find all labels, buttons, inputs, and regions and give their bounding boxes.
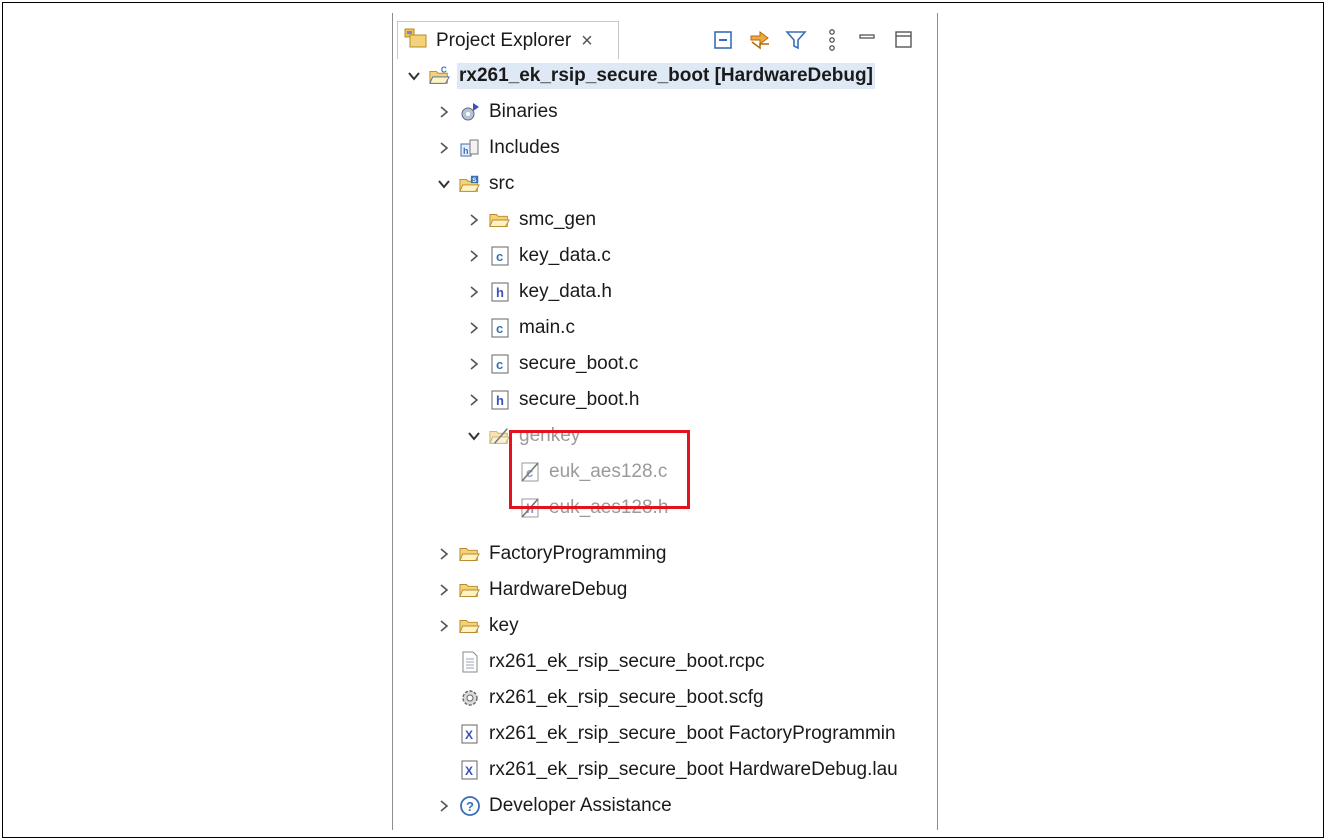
chevron-right-icon[interactable] (465, 211, 483, 229)
launch-file-icon: X (459, 759, 481, 781)
view-menu-icon[interactable] (819, 27, 845, 53)
help-icon: ? (459, 795, 481, 817)
tree-item-label: Includes (489, 137, 560, 158)
tree-item-project-root[interactable]: C rx261_ek_rsip_secure_boot [HardwareDeb… (405, 59, 875, 93)
config-gear-icon (459, 687, 481, 709)
tree-item-label: HardwareDebug (489, 579, 628, 600)
chevron-right-icon[interactable] (465, 247, 483, 265)
tree-item-label: main.c (519, 317, 575, 338)
link-with-editor-icon[interactable] (747, 27, 773, 53)
chevron-right-icon[interactable] (435, 797, 453, 815)
tree-item-label: secure_boot.h (519, 389, 640, 410)
tab-title: Project Explorer (436, 29, 572, 51)
text-file-icon (459, 651, 481, 673)
folder-icon (459, 543, 481, 565)
c-file-icon: c (489, 245, 511, 267)
source-folder-icon: S (459, 173, 481, 195)
svg-text:S: S (472, 177, 477, 184)
tree-item-includes[interactable]: h Includes (435, 131, 562, 165)
h-file-icon: h (489, 389, 511, 411)
chevron-right-icon[interactable] (465, 319, 483, 337)
svg-text:h: h (496, 393, 504, 408)
tree-item-label: key_data.h (519, 281, 612, 302)
svg-text:C: C (441, 65, 447, 74)
tree-item-key[interactable]: key (435, 609, 521, 643)
tree-item-label: key (489, 615, 519, 636)
tree-item-launch-factory[interactable]: X rx261_ek_rsip_secure_boot FactoryProgr… (459, 717, 898, 751)
project-explorer-tab[interactable]: Project Explorer × (397, 21, 619, 59)
tree-item-label: secure_boot.c (519, 353, 639, 374)
svg-text:c: c (496, 249, 503, 264)
svg-text:c: c (496, 321, 503, 336)
chevron-right-icon[interactable] (435, 139, 453, 157)
project-explorer-panel: Project Explorer × C rx261_ek_rsip_secur… (392, 13, 938, 830)
excluded-folder-icon (489, 425, 511, 447)
chevron-down-icon[interactable] (465, 427, 483, 445)
chevron-right-icon[interactable] (435, 103, 453, 121)
chevron-down-icon[interactable] (405, 67, 423, 85)
folder-icon (459, 615, 481, 637)
tree-item-label: rx261_ek_rsip_secure_boot [HardwareDebug… (457, 63, 875, 89)
filter-icon[interactable] (783, 27, 809, 53)
view-tab-bar: Project Explorer × (393, 13, 937, 59)
c-project-icon: C (429, 65, 451, 87)
tree-item-factory-programming[interactable]: FactoryProgramming (435, 537, 668, 571)
tree-item-src[interactable]: S src (435, 167, 516, 201)
tree-item-label: rx261_ek_rsip_secure_boot.scfg (489, 687, 764, 708)
binaries-icon (459, 101, 481, 123)
tree-item-key-data-h[interactable]: h key_data.h (465, 275, 614, 309)
highlight-box (509, 430, 690, 509)
tree-item-binaries[interactable]: Binaries (435, 95, 560, 129)
tree-item-label: smc_gen (519, 209, 597, 230)
close-icon[interactable]: × (581, 31, 593, 51)
svg-text:h: h (463, 146, 469, 156)
chevron-right-icon[interactable] (435, 617, 453, 635)
tree-item-label: rx261_ek_rsip_secure_boot HardwareDebug.… (489, 759, 898, 780)
svg-text:X: X (465, 728, 473, 742)
tree-item-launch-hardware-debug[interactable]: X rx261_ek_rsip_secure_boot HardwareDebu… (459, 753, 900, 787)
chevron-right-icon[interactable] (465, 355, 483, 373)
view-toolbar (711, 27, 927, 53)
tree-item-rcpc-file[interactable]: rx261_ek_rsip_secure_boot.rcpc (459, 645, 767, 679)
tree-item-key-data-c[interactable]: c key_data.c (465, 239, 613, 273)
tree-item-label: key_data.c (519, 245, 611, 266)
chevron-right-icon[interactable] (465, 283, 483, 301)
svg-text:X: X (465, 764, 473, 778)
folder-icon (459, 579, 481, 601)
tree-item-developer-assistance[interactable]: ? Developer Assistance (435, 789, 674, 823)
project-explorer-icon (404, 27, 428, 54)
c-file-icon: c (489, 317, 511, 339)
minimize-icon[interactable] (855, 27, 881, 53)
svg-text:c: c (496, 357, 503, 372)
tree-item-label: rx261_ek_rsip_secure_boot FactoryProgram… (489, 723, 896, 744)
includes-icon: h (459, 137, 481, 159)
tree-item-secure-boot-h[interactable]: h secure_boot.h (465, 383, 641, 417)
launch-file-icon: X (459, 723, 481, 745)
chevron-right-icon[interactable] (435, 545, 453, 563)
tree-item-secure-boot-c[interactable]: c secure_boot.c (465, 347, 640, 381)
svg-text:?: ? (466, 799, 474, 814)
tree-item-label: Developer Assistance (489, 795, 672, 816)
tree-item-label: Binaries (489, 101, 558, 122)
chevron-down-icon[interactable] (435, 175, 453, 193)
svg-text:h: h (496, 285, 504, 300)
chevron-right-icon[interactable] (435, 581, 453, 599)
tree-item-hardware-debug[interactable]: HardwareDebug (435, 573, 629, 607)
h-file-icon: h (489, 281, 511, 303)
tree-item-label: rx261_ek_rsip_secure_boot.rcpc (489, 651, 765, 672)
tree-item-smc-gen[interactable]: smc_gen (465, 203, 598, 237)
chevron-right-icon[interactable] (465, 391, 483, 409)
collapse-all-icon[interactable] (711, 27, 737, 53)
tree-item-label: FactoryProgramming (489, 543, 667, 564)
tree-item-label: src (489, 173, 515, 194)
folder-icon (489, 209, 511, 231)
maximize-icon[interactable] (891, 27, 917, 53)
tree-item-main-c[interactable]: c main.c (465, 311, 577, 345)
tree-item-scfg-file[interactable]: rx261_ek_rsip_secure_boot.scfg (459, 681, 766, 715)
c-file-icon: c (489, 353, 511, 375)
